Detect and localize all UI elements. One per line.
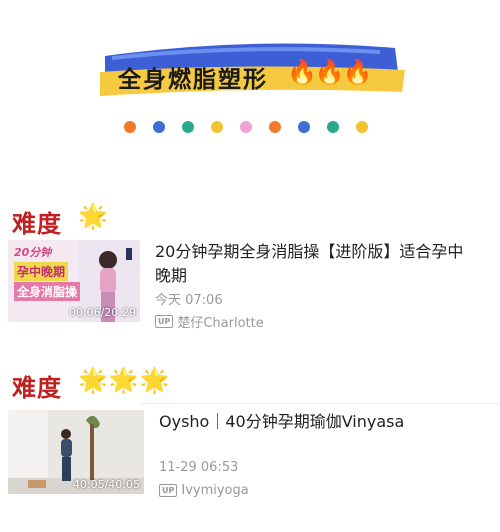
thumbnail-text: 全身消脂操 <box>14 282 81 301</box>
uploader-name[interactable]: 楚仔Charlotte <box>177 312 263 331</box>
video-duration: 40:05/40:05 <box>72 478 140 491</box>
dot <box>153 121 165 133</box>
video-card[interactable]: 40:05/40:05 Oysho｜40分钟孕期瑜伽Vinyasa 11-29 … <box>0 410 500 510</box>
video-time: 今天 07:06 <box>155 293 223 308</box>
video-title[interactable]: Oysho｜40分钟孕期瑜伽Vinyasa <box>159 410 479 434</box>
video-thumbnail[interactable]: 40:05/40:05 <box>8 410 144 494</box>
thumbnail-text: 孕中晚期 <box>14 262 69 281</box>
dot <box>182 121 194 133</box>
color-dots-divider <box>124 121 368 133</box>
dot <box>269 121 281 133</box>
page-title: 全身燃脂塑形 <box>118 67 268 93</box>
uploader-row[interactable]: UP Ivymiyoga <box>159 483 249 498</box>
video-thumbnail[interactable]: 20分钟 孕中晚期 全身消脂操 00:06/20:29 <box>8 240 140 322</box>
star-icon: 🌟 <box>78 202 109 230</box>
divider <box>140 403 500 404</box>
video-title[interactable]: 20分钟孕期全身消脂操【进阶版】适合孕中晚期 <box>155 240 475 288</box>
video-time: 11-29 06:53 <box>159 460 239 475</box>
dot <box>327 121 339 133</box>
video-card[interactable]: 20分钟 孕中晚期 全身消脂操 00:06/20:29 20分钟孕期全身消脂操【… <box>0 240 500 340</box>
star-icon: 🌟🌟🌟 <box>78 366 171 394</box>
difficulty-heading: 难度 <box>12 373 62 402</box>
difficulty-heading: 难度 <box>12 209 62 238</box>
uploader-name[interactable]: Ivymiyoga <box>181 483 248 498</box>
fire-icon: 🔥🔥🔥 <box>287 58 373 86</box>
uploader-row[interactable]: UP 楚仔Charlotte <box>155 312 264 331</box>
up-badge-icon: UP <box>159 484 178 497</box>
dot <box>211 121 223 133</box>
title-banner: 全身燃脂塑形 🔥🔥🔥 <box>0 0 500 110</box>
up-badge-icon: UP <box>155 315 174 328</box>
dot <box>124 121 136 133</box>
dot <box>240 121 252 133</box>
dot <box>356 121 368 133</box>
video-duration: 00:06/20:29 <box>68 306 136 319</box>
dot <box>298 121 310 133</box>
thumbnail-text: 20分钟 <box>14 246 52 259</box>
